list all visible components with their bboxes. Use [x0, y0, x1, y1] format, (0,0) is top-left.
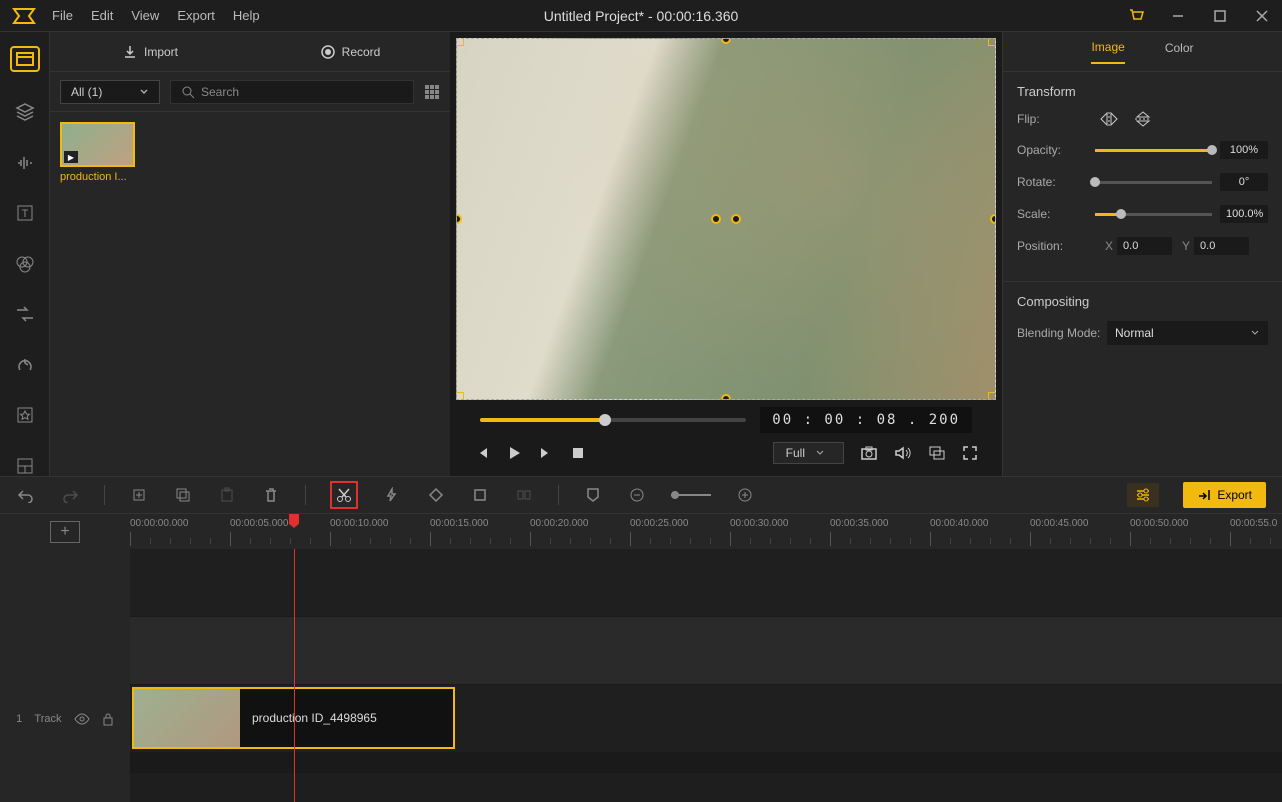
marker-shield-icon[interactable] — [583, 485, 603, 505]
close-button[interactable] — [1250, 4, 1274, 28]
flip-horizontal-icon[interactable] — [1099, 111, 1119, 127]
opacity-value[interactable]: 100% — [1220, 141, 1268, 159]
tab-motion-icon[interactable] — [13, 355, 37, 375]
transform-section-title: Transform — [1017, 84, 1268, 99]
ruler-tick: 00:00:10.000 — [330, 518, 388, 529]
ruler-tick: 00:00:05.000 — [230, 518, 288, 529]
track-index: 1 — [16, 713, 22, 725]
redo-icon[interactable] — [60, 485, 80, 505]
undo-icon[interactable] — [16, 485, 36, 505]
zoom-in-icon[interactable] — [735, 485, 755, 505]
tab-split-icon[interactable] — [13, 456, 37, 476]
ruler-tick: 00:00:45.000 — [1030, 518, 1088, 529]
speed-icon[interactable] — [382, 485, 402, 505]
fullscreen-icon[interactable] — [962, 445, 978, 461]
scale-value[interactable]: 100.0% — [1220, 205, 1268, 223]
ruler-tick: 00:00:20.000 — [530, 518, 588, 529]
visibility-icon[interactable] — [74, 713, 90, 725]
chevron-down-icon — [139, 87, 149, 97]
opacity-slider[interactable] — [1095, 149, 1212, 152]
menu-help[interactable]: Help — [233, 8, 260, 23]
position-y-input[interactable]: 0.0 — [1194, 237, 1249, 255]
export-button[interactable]: Export — [1183, 482, 1266, 508]
add-marker-icon[interactable] — [129, 485, 149, 505]
menu-edit[interactable]: Edit — [91, 8, 113, 23]
cut-button[interactable] — [330, 481, 358, 509]
chevron-down-icon — [815, 448, 825, 458]
timeline-ruler[interactable]: 00:00:00.000 00:00:05.000 00:00:10.000 00:0… — [130, 514, 1282, 549]
ruler-tick: 00:00:30.000 — [730, 518, 788, 529]
rotate-slider[interactable] — [1095, 181, 1212, 184]
compositing-section-title: Compositing — [1017, 294, 1268, 309]
tab-audio-icon[interactable] — [13, 153, 37, 173]
menu-file[interactable]: File — [52, 8, 73, 23]
app-logo — [8, 4, 40, 28]
keyframe-icon[interactable] — [426, 485, 446, 505]
prev-frame-button[interactable] — [474, 445, 490, 461]
add-track-button[interactable]: + — [50, 521, 80, 543]
ruler-tick: 00:00:25.000 — [630, 518, 688, 529]
ruler-tick: 00:00:55.0 — [1230, 518, 1277, 529]
minimize-button[interactable] — [1166, 4, 1190, 28]
search-input[interactable]: Search — [170, 80, 414, 104]
media-filter-dropdown[interactable]: All (1) — [60, 80, 160, 104]
snapshot-icon[interactable] — [860, 445, 878, 461]
position-x-input[interactable]: 0.0 — [1117, 237, 1172, 255]
window-title: Untitled Project* - 00:00:16.360 — [544, 8, 739, 24]
menu-view[interactable]: View — [131, 8, 159, 23]
ruler-tick: 00:00:15.000 — [430, 518, 488, 529]
maximize-button[interactable] — [1208, 4, 1232, 28]
tab-color[interactable]: Color — [1165, 41, 1194, 63]
paste-icon[interactable] — [217, 485, 237, 505]
volume-icon[interactable] — [894, 445, 912, 461]
stop-button[interactable] — [570, 445, 586, 461]
tab-transition-icon[interactable] — [13, 304, 37, 324]
import-button[interactable]: Import — [50, 32, 250, 71]
search-icon — [181, 85, 195, 99]
zoom-out-icon[interactable] — [627, 485, 647, 505]
tab-image[interactable]: Image — [1091, 40, 1124, 64]
record-button[interactable]: Record — [250, 32, 450, 71]
track-row-empty[interactable] — [130, 549, 1282, 617]
tab-layers-icon[interactable] — [13, 102, 37, 122]
ruler-tick: 00:00:50.000 — [1130, 518, 1188, 529]
chevron-down-icon — [1250, 328, 1260, 338]
delete-icon[interactable] — [261, 485, 281, 505]
grid-view-icon[interactable] — [424, 84, 440, 100]
tab-text-icon[interactable]: T — [13, 203, 37, 223]
playhead[interactable] — [294, 549, 295, 802]
ruler-tick: 00:00:00.000 — [130, 518, 188, 529]
blend-mode-select[interactable]: Normal — [1107, 321, 1268, 345]
zoom-slider[interactable] — [671, 494, 711, 496]
crop-icon[interactable] — [470, 485, 490, 505]
preview-canvas[interactable] — [456, 38, 996, 400]
track-row-video[interactable]: production ID_4498965 — [130, 685, 1282, 753]
play-button[interactable] — [506, 445, 522, 461]
timeline-settings-button[interactable] — [1127, 483, 1159, 507]
preview-quality-select[interactable]: Full — [773, 442, 844, 464]
track-name: Track — [34, 713, 61, 725]
group-icon[interactable] — [514, 485, 534, 505]
svg-text:T: T — [21, 208, 28, 220]
tab-filter-icon[interactable] — [13, 254, 37, 274]
menu-export[interactable]: Export — [177, 8, 215, 23]
detach-icon[interactable] — [928, 445, 946, 461]
tab-favorite-icon[interactable] — [13, 405, 37, 425]
track-row-empty[interactable] — [130, 617, 1282, 685]
media-item[interactable]: ▶ production I... — [60, 122, 142, 183]
cart-icon[interactable] — [1124, 4, 1148, 28]
rotate-value[interactable]: 0° — [1220, 173, 1268, 191]
ruler-tick: 00:00:40.000 — [930, 518, 988, 529]
tab-media[interactable] — [10, 46, 40, 72]
scale-slider[interactable] — [1095, 213, 1212, 216]
flip-vertical-icon[interactable] — [1133, 111, 1153, 127]
lock-icon[interactable] — [102, 712, 114, 726]
next-frame-button[interactable] — [538, 445, 554, 461]
copy-icon[interactable] — [173, 485, 193, 505]
seek-slider[interactable] — [480, 418, 746, 422]
ruler-tick: 00:00:35.000 — [830, 518, 888, 529]
